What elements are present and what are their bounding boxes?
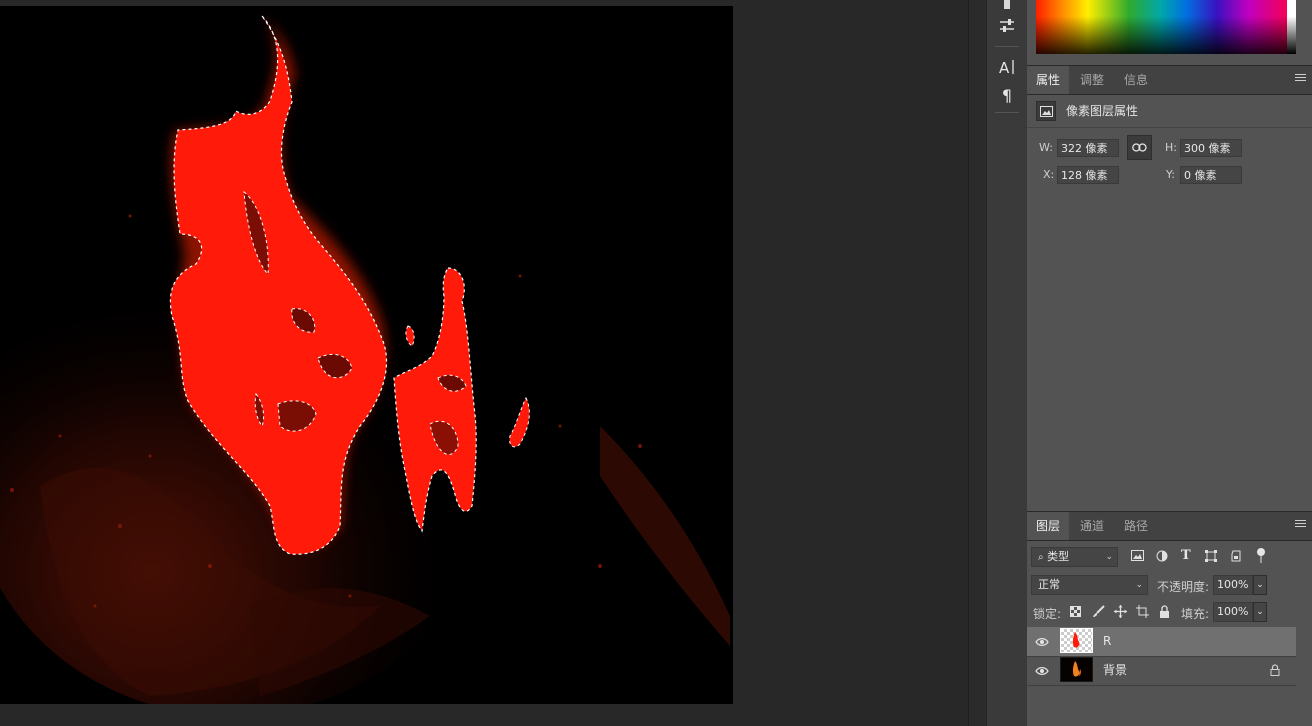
document-canvas[interactable] <box>0 6 733 704</box>
search-icon: ⌕ <box>1038 552 1044 563</box>
opacity-label: 不透明度: <box>1157 580 1210 594</box>
fill-field[interactable]: 100% <box>1213 602 1253 622</box>
x-label: X: <box>1043 168 1055 181</box>
width-label: W: <box>1039 141 1053 154</box>
sliders-icon[interactable] <box>995 15 1019 37</box>
properties-header: 像素图层属性 <box>1027 96 1312 128</box>
layer-filter-dropdown[interactable]: ⌕ 类型 ⌄ <box>1031 547 1118 567</box>
fill-label: 填充: <box>1181 607 1210 621</box>
width-field[interactable]: 322 像素 <box>1057 139 1119 157</box>
lock-artboard-icon[interactable] <box>1136 605 1150 619</box>
eye-icon[interactable] <box>1035 664 1049 678</box>
link-icon[interactable] <box>1127 135 1152 160</box>
tab-channels[interactable]: 通道 <box>1071 512 1113 540</box>
opacity-chevron-icon[interactable]: ⌄ <box>1253 575 1267 595</box>
panel-menu-icon[interactable] <box>1295 520 1306 531</box>
filter-type-icon[interactable]: T <box>1181 548 1195 563</box>
layer-row[interactable]: 背景 <box>1027 656 1296 686</box>
fill-chevron-icon[interactable]: ⌄ <box>1253 602 1267 622</box>
x-field[interactable]: 128 像素 <box>1057 166 1119 184</box>
opacity-field[interactable]: 100% <box>1213 575 1253 595</box>
lock-icon[interactable] <box>1159 605 1171 619</box>
svg-text:A: A <box>999 59 1010 76</box>
chevron-down-icon: ⌄ <box>1105 552 1113 562</box>
document-workspace[interactable] <box>0 0 968 726</box>
collapsed-dock <box>968 0 987 726</box>
layers-tabbar: 图层 通道 路径 <box>1027 511 1312 541</box>
filter-toggle-icon[interactable] <box>1256 548 1268 564</box>
panel-icon-strip: A ¶ <box>986 0 1028 726</box>
layer-row[interactable]: R <box>1027 627 1296 657</box>
filter-pixel-icon[interactable] <box>1131 550 1145 563</box>
blend-mode-value: 正常 <box>1038 578 1060 591</box>
y-field[interactable]: 0 像素 <box>1180 166 1242 184</box>
pilcrow-icon[interactable]: ¶ <box>995 84 1019 106</box>
pixel-layer-icon <box>1036 101 1056 121</box>
height-label: H: <box>1165 141 1177 154</box>
layer-name[interactable]: 背景 <box>1103 656 1127 684</box>
eye-icon[interactable] <box>1035 635 1049 649</box>
fire-image <box>0 6 733 704</box>
lock-label: 锁定: <box>1033 607 1062 621</box>
blend-mode-dropdown[interactable]: 正常 ⌄ <box>1031 575 1148 595</box>
layer-thumbnail <box>1060 628 1093 653</box>
layer-thumbnail <box>1060 657 1093 682</box>
chevron-down-icon: ⌄ <box>1135 580 1143 590</box>
tab-paths[interactable]: 路径 <box>1115 512 1157 540</box>
properties-title: 像素图层属性 <box>1066 104 1139 118</box>
layer-filter-value: 类型 <box>1047 550 1070 563</box>
color-spectrum[interactable] <box>1036 0 1295 54</box>
lock-icon <box>1270 664 1280 679</box>
filter-adjustment-icon[interactable] <box>1156 550 1170 563</box>
properties-tabbar: 属性 调整 信息 <box>1027 65 1312 95</box>
layers-scrollbar[interactable] <box>1296 628 1312 726</box>
text-char-icon[interactable]: A <box>995 56 1019 78</box>
tab-layers[interactable]: 图层 <box>1027 512 1070 540</box>
panel-menu-icon[interactable] <box>1295 74 1306 85</box>
lock-transparent-icon[interactable] <box>1070 606 1082 618</box>
tab-properties[interactable]: 属性 <box>1027 66 1070 94</box>
y-label: Y: <box>1166 168 1175 181</box>
strip-divider <box>995 46 1019 47</box>
tab-info[interactable]: 信息 <box>1115 66 1157 94</box>
lock-pixels-icon[interactable] <box>1092 605 1106 619</box>
filter-smartobject-icon[interactable] <box>1230 550 1244 563</box>
color-lightness-bar[interactable] <box>1287 0 1296 54</box>
layer-name[interactable]: R <box>1103 627 1111 655</box>
color-swatch-icon[interactable] <box>995 0 1019 16</box>
tab-adjustments[interactable]: 调整 <box>1071 66 1113 94</box>
filter-shape-icon[interactable] <box>1205 550 1219 563</box>
strip-divider <box>995 112 1019 113</box>
lock-position-icon[interactable] <box>1114 605 1128 619</box>
height-field[interactable]: 300 像素 <box>1180 139 1242 157</box>
